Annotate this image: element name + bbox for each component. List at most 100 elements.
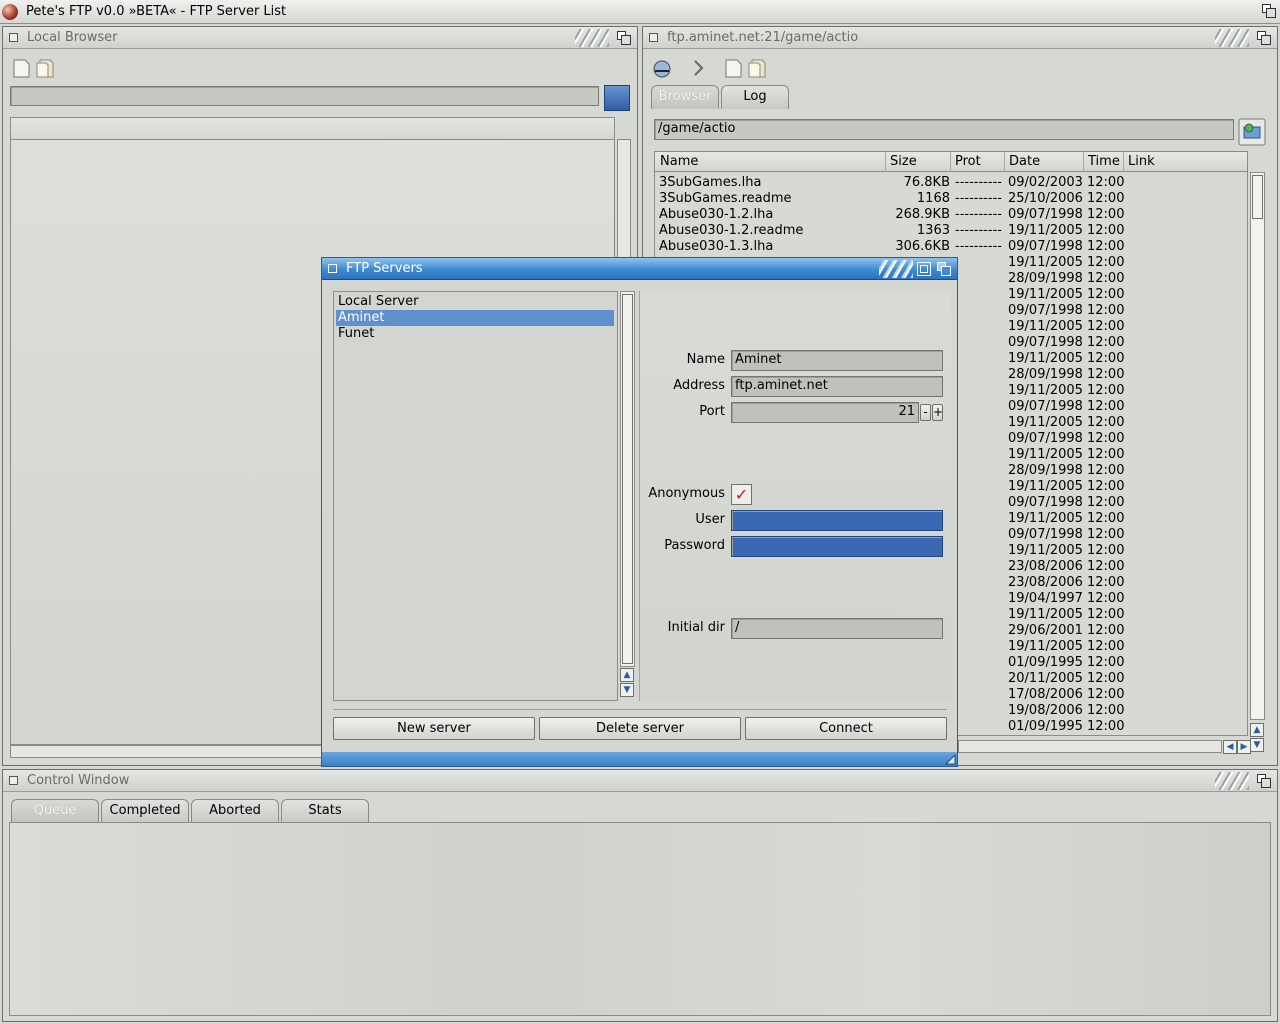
cell-date: 19/11/2005 <box>1008 447 1083 462</box>
tab-browser[interactable]: Browser <box>651 85 719 109</box>
col-link[interactable]: Link <box>1128 154 1155 169</box>
control-window-titlebar[interactable]: Control Window <box>3 770 1277 792</box>
screen-depth-icon[interactable] <box>1262 4 1276 18</box>
server-item-aminet[interactable]: Aminet <box>336 310 614 326</box>
remote-horizontal-scrollbar[interactable] <box>958 740 1222 753</box>
local-path-input[interactable] <box>10 86 599 106</box>
scroll-left-icon[interactable]: ◀ <box>1223 740 1237 754</box>
server-item-funet[interactable]: Funet <box>336 326 614 342</box>
cell-name: 3SubGames.readme <box>659 191 792 206</box>
scroll-up-icon[interactable]: ▲ <box>1250 723 1264 737</box>
scroll-down-icon[interactable]: ▼ <box>1250 738 1264 752</box>
anonymous-checkbox[interactable]: ✓ <box>731 484 752 505</box>
table-row[interactable]: 3SubGames.lha 76.8KB ---------- 09/02/2003 1… <box>655 175 1247 191</box>
new-file-icon[interactable] <box>11 57 33 79</box>
forward-icon[interactable] <box>687 57 709 79</box>
table-row[interactable]: Abuse030-1.2.lha 268.9KB ---------- 09/07/1… <box>655 207 1247 223</box>
cell-time: 12:00 <box>1087 559 1125 574</box>
resize-grip-icon[interactable] <box>945 754 956 765</box>
depth-icon[interactable] <box>937 262 951 276</box>
new-server-button[interactable]: New server <box>333 717 535 740</box>
window-title: ftp.aminet.net:21/game/actio <box>667 30 859 45</box>
port-increment-button[interactable]: + <box>932 404 943 421</box>
scroll-down-icon[interactable]: ▼ <box>620 683 634 697</box>
cell-time: 12:00 <box>1087 399 1125 414</box>
local-list-header <box>11 118 614 140</box>
initial-dir-field[interactable]: / <box>731 618 943 639</box>
name-label: Name <box>686 352 725 367</box>
cell-name: 3SubGames.lha <box>659 175 762 190</box>
cell-time: 12:00 <box>1087 655 1125 670</box>
remote-browser-titlebar[interactable]: ftp.aminet.net:21/game/actio <box>643 27 1277 49</box>
tab-aborted[interactable]: Aborted <box>191 799 279 823</box>
cell-date: 09/07/1998 <box>1008 431 1083 446</box>
cell-date: 09/07/1998 <box>1008 527 1083 542</box>
depth-icon[interactable] <box>1257 31 1271 45</box>
table-row[interactable]: Abuse030-1.2.readme 1363 ---------- 19/11/2… <box>655 223 1247 239</box>
cell-prot: ---------- <box>955 223 1002 238</box>
copy-file-icon[interactable] <box>35 57 57 79</box>
dialog-titlebar[interactable]: FTP Servers <box>322 258 957 280</box>
port-decrement-button[interactable]: - <box>920 404 931 421</box>
address-field[interactable]: ftp.aminet.net <box>731 376 943 397</box>
cell-time: 12:00 <box>1087 607 1125 622</box>
server-item-local[interactable]: Local Server <box>336 294 614 310</box>
user-field[interactable] <box>731 510 943 531</box>
zoom-icon[interactable] <box>917 262 931 276</box>
control-window: Control Window Queue Completed Aborted S… <box>2 769 1278 1022</box>
delete-server-button[interactable]: Delete server <box>539 717 741 740</box>
password-field[interactable] <box>731 536 943 557</box>
local-vertical-scrollbar[interactable] <box>617 139 631 269</box>
scroll-right-icon[interactable]: ▶ <box>1237 740 1251 754</box>
col-date[interactable]: Date <box>1009 154 1040 169</box>
server-list[interactable]: Local Server Aminet Funet <box>333 291 618 701</box>
disconnect-icon[interactable] <box>651 57 673 79</box>
scroll-up-icon[interactable]: ▲ <box>620 668 634 682</box>
queue-panel[interactable] <box>9 822 1271 1016</box>
cell-size: 268.9KB <box>895 207 950 222</box>
depth-icon[interactable] <box>617 31 631 45</box>
remote-vertical-scrollbar[interactable] <box>1250 172 1265 720</box>
tab-queue[interactable]: Queue <box>11 799 99 823</box>
col-size[interactable]: Size <box>890 154 917 169</box>
close-icon[interactable] <box>649 33 658 42</box>
close-icon[interactable] <box>9 776 18 785</box>
tab-stats[interactable]: Stats <box>281 799 369 823</box>
scroll-knob[interactable] <box>1252 175 1263 219</box>
tab-completed[interactable]: Completed <box>101 799 189 823</box>
new-file-icon[interactable] <box>723 57 745 79</box>
cell-date: 19/11/2005 <box>1008 607 1083 622</box>
tab-log[interactable]: Log <box>721 85 789 109</box>
depth-icon[interactable] <box>1257 774 1271 788</box>
cell-time: 12:00 <box>1087 447 1125 462</box>
local-browser-titlebar[interactable]: Local Browser <box>3 27 637 49</box>
close-icon[interactable] <box>328 264 337 273</box>
table-row[interactable]: Abuse030-1.3.lha 306.6KB ---------- 09/07/1… <box>655 239 1247 255</box>
cell-date: 19/11/2005 <box>1008 543 1083 558</box>
close-icon[interactable] <box>9 33 18 42</box>
col-name[interactable]: Name <box>660 154 698 169</box>
cell-prot: ---------- <box>955 191 1002 206</box>
table-row[interactable]: 3SubGames.readme 1168 ---------- 25/10/2006… <box>655 191 1247 207</box>
cell-time: 12:00 <box>1087 191 1125 206</box>
remote-path-input[interactable]: /game/actio <box>654 119 1234 140</box>
password-label: Password <box>664 538 725 553</box>
drag-bar-stripes <box>879 260 913 278</box>
server-list-scrollbar[interactable] <box>620 291 635 667</box>
go-path-icon[interactable] <box>1238 118 1266 146</box>
cell-date: 19/04/1997 <box>1008 591 1083 606</box>
cell-date: 09/07/1998 <box>1008 495 1083 510</box>
cell-time: 12:00 <box>1087 351 1125 366</box>
app-icon <box>2 4 18 20</box>
port-field[interactable]: 21 <box>731 402 919 423</box>
drag-bar-stripes <box>1215 29 1249 47</box>
col-prot[interactable]: Prot <box>955 154 981 169</box>
connect-button[interactable]: Connect <box>745 717 947 740</box>
col-time[interactable]: Time <box>1088 154 1120 169</box>
cell-date: 19/11/2005 <box>1008 383 1083 398</box>
name-field[interactable]: Aminet <box>731 350 943 371</box>
scroll-knob[interactable] <box>622 294 633 664</box>
local-drive-button[interactable] <box>604 85 630 111</box>
copy-file-icon[interactable] <box>747 57 769 79</box>
cell-time: 12:00 <box>1087 511 1125 526</box>
